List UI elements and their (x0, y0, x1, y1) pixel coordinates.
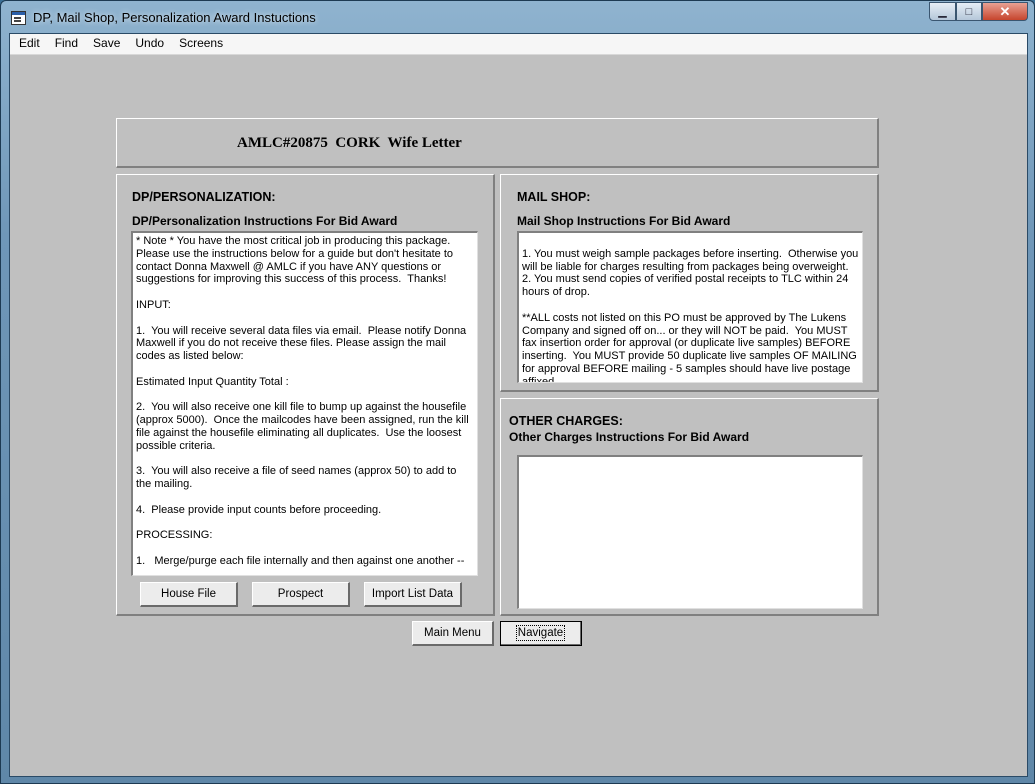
menu-edit[interactable]: Edit (10, 34, 46, 54)
menu-screens[interactable]: Screens (170, 34, 229, 54)
window-title: DP, Mail Shop, Personalization Award Ins… (33, 10, 316, 25)
app-icon[interactable] (11, 11, 26, 25)
other-charges-instructions-label: Other Charges Instructions For Bid Award (509, 430, 750, 444)
title-bar[interactable]: DP, Mail Shop, Personalization Award Ins… (1, 1, 1034, 33)
header-panel: AMLC#20875 CORK Wife Letter (116, 118, 879, 168)
close-icon: ✕ (999, 3, 1011, 19)
mail-shop-instructions-textbox[interactable]: 1. You must weigh sample packages before… (517, 231, 863, 383)
menu-find[interactable]: Find (46, 34, 84, 54)
dp-instructions-label: DP/Personalization Instructions For Bid … (132, 214, 398, 228)
mail-shop-panel: MAIL SHOP: Mail Shop Instructions For Bi… (500, 174, 879, 392)
minimize-icon: ▁ (938, 6, 947, 18)
other-charges-panel: OTHER CHARGES: Other Charges Instruction… (500, 398, 879, 616)
menu-save[interactable]: Save (84, 34, 126, 54)
client-area: Edit Find Save Undo Screens AMLC#20875 C… (9, 33, 1028, 777)
mail-shop-section-label: MAIL SHOP: (517, 190, 591, 204)
dp-section-label: DP/PERSONALIZATION: (132, 190, 276, 204)
main-menu-label: Main Menu (424, 627, 481, 639)
menu-undo[interactable]: Undo (126, 34, 170, 54)
maximize-icon: □ (965, 5, 973, 18)
minimize-button[interactable]: ▁ (929, 2, 956, 21)
dp-panel: DP/PERSONALIZATION: DP/Personalization I… (116, 174, 495, 616)
import-list-data-button[interactable]: Import List Data (364, 582, 462, 607)
prospect-button[interactable]: Prospect (252, 582, 350, 607)
page-title: AMLC#20875 CORK Wife Letter (237, 135, 462, 151)
close-button[interactable]: ✕ (982, 2, 1028, 21)
maximize-button[interactable]: □ (956, 2, 982, 21)
dp-instructions-textbox[interactable]: * Note * You have the most critical job … (131, 231, 478, 576)
menu-bar: Edit Find Save Undo Screens (10, 34, 1027, 55)
house-file-button[interactable]: House File (140, 582, 238, 607)
navigate-label: Navigate (515, 625, 566, 641)
navigate-button[interactable]: Navigate (500, 621, 582, 646)
main-menu-button[interactable]: Main Menu (412, 621, 494, 646)
app-window: DP, Mail Shop, Personalization Award Ins… (0, 0, 1035, 784)
other-charges-instructions-textbox[interactable] (517, 455, 863, 609)
mail-shop-instructions-label: Mail Shop Instructions For Bid Award (517, 214, 731, 228)
other-charges-section-label: OTHER CHARGES: (509, 414, 623, 428)
